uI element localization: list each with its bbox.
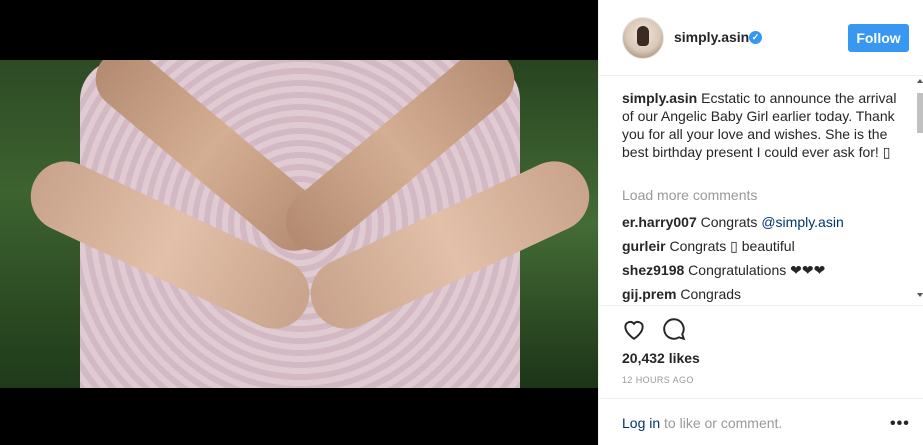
actions-divider [599,305,923,307]
heart-icon[interactable] [621,316,647,342]
comment-item: er.harry007 Congrats @simply.asin [622,214,844,230]
likes-count[interactable]: 20,432 likes [622,350,700,366]
scroll-up-arrow-icon[interactable] [917,79,923,83]
comment-text: Congratulations ❤❤❤ [684,262,826,278]
verified-badge-icon: ✓ [749,31,762,44]
comment-text: Congrats [696,214,762,230]
comment-item: gurleir Congrats ▯ beautiful [622,238,795,255]
comments-scrollbar[interactable] [917,79,923,301]
comment-item: gij.prem Congrads [622,286,741,302]
comment-username[interactable]: shez9198 [622,262,684,278]
scroll-thumb[interactable] [917,93,923,133]
login-prompt: Log in to like or comment. [622,415,782,431]
load-more-comments-button[interactable]: Load more comments [622,187,757,203]
comment-text: Congrats ▯ beautiful [665,238,795,254]
comment-username[interactable]: er.harry007 [622,214,697,230]
more-options-icon[interactable]: ••• [890,415,910,433]
comment-text: Congrads [676,286,742,302]
comments-list: simply.asin Ecstatic to announce the arr… [599,77,923,305]
comment-mention[interactable]: @simply.asin [761,214,843,230]
post-photo[interactable] [0,60,598,388]
post-header: simply.asin ✓ Follow [599,0,923,76]
post-sidebar: simply.asin ✓ Follow simply.asin Ecstati… [598,0,923,445]
avatar[interactable] [622,17,664,59]
scroll-down-arrow-icon[interactable] [917,293,923,297]
caption-username[interactable]: simply.asin [622,90,697,106]
username-link[interactable]: simply.asin [674,29,749,45]
comment-username[interactable]: gij.prem [622,286,676,302]
post-footer: Log in to like or comment. ••• [599,398,923,445]
comment-username[interactable]: gurleir [622,238,666,254]
comment-icon[interactable] [661,316,687,342]
follow-button[interactable]: Follow [848,24,909,52]
login-prompt-text: to like or comment. [660,415,783,431]
caption: simply.asin Ecstatic to announce the arr… [622,89,897,161]
comment-item: shez9198 Congratulations ❤❤❤ [622,262,825,279]
login-link[interactable]: Log in [622,415,660,431]
post-timestamp: 12 HOURS AGO [622,375,694,385]
photo-pane [0,0,598,445]
